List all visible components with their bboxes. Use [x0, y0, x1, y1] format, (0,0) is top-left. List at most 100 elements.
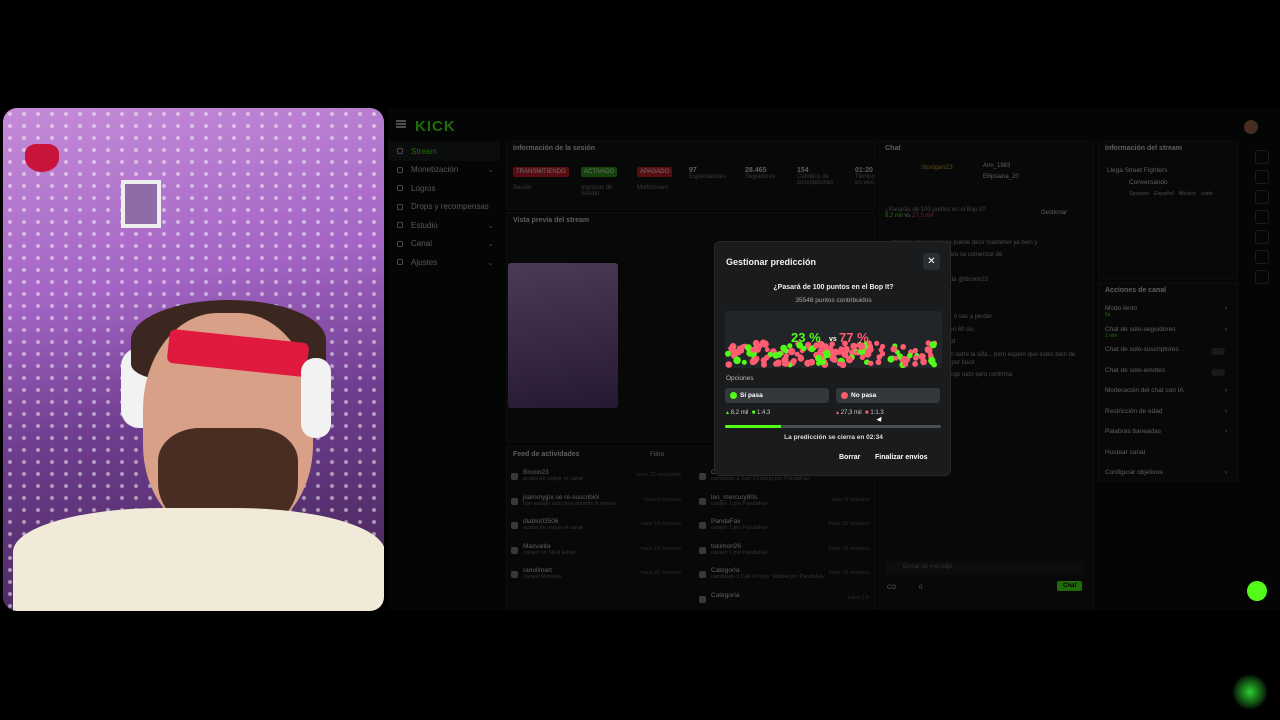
list-item[interactable]: Categoría cambiado a Call of Duty: Mobile…: [695, 567, 875, 592]
close-icon[interactable]: ✕: [923, 253, 940, 270]
kick-logo[interactable]: KICK: [415, 118, 456, 135]
channel-actions-list: Modo lento 5s › Chat de solo-seguidores 1 mi…: [1099, 305, 1239, 490]
ratio-icon: ■: [865, 410, 869, 416]
option-yes-button[interactable]: Sí pasa: [725, 388, 829, 403]
delete-button[interactable]: Borrar: [839, 454, 860, 461]
prediction-visual: 23 % vs 77 %: [725, 311, 942, 368]
list-item[interactable]: Categoría hace 1 h: [695, 592, 875, 617]
option-yes-stats: ▴ 8,2 mil ■ 1:4.3: [726, 409, 770, 416]
session-label: Sesión: [513, 185, 532, 191]
chevron-down-icon: ⌄: [487, 257, 494, 267]
menu-icon[interactable]: [396, 120, 406, 128]
help-icon[interactable]: [1247, 581, 1267, 601]
list-item[interactable]: leo_mercury80s canjeó 1 por PandaFav hace …: [695, 494, 875, 519]
stream-tags: Spanish Español México code: [1129, 191, 1218, 197]
stream-tag[interactable]: Español: [1154, 191, 1174, 197]
chat-title: Chat: [885, 145, 901, 152]
rail-icon-1[interactable]: [1255, 150, 1269, 164]
sidebar-item[interactable]: Drops y recompensas: [388, 198, 500, 217]
activity-icon: [511, 522, 518, 529]
list-item[interactable]: diablo03506 acaba de seguir el canal hace …: [507, 518, 687, 543]
cross-icon: [841, 392, 848, 399]
sidebar-item[interactable]: Stream: [388, 142, 500, 161]
pinned-prediction[interactable]: ¿Pasarás de 100 puntos en el Bop it? 8,2…: [885, 207, 1085, 219]
channel-action-value: 1 min: [1105, 332, 1118, 339]
rail-icon-5[interactable]: [1255, 230, 1269, 244]
yes-percentage: 23 %: [791, 330, 821, 345]
sidebar: Stream Monetización ⌄ Logros Drops y recompe…: [388, 142, 500, 272]
stream-tag[interactable]: code: [1201, 191, 1213, 197]
prediction-bubble: [880, 343, 886, 350]
channel-action-item[interactable]: Moderación del chat con IA ›: [1099, 387, 1239, 408]
feed-item-time: hace 18 minutos: [828, 570, 869, 576]
activity-icon: [699, 522, 706, 529]
prediction-bubble: [890, 345, 898, 353]
rail-icon-2[interactable]: [1255, 170, 1269, 184]
no-ratio: 1:1.3: [870, 410, 884, 416]
sidebar-item[interactable]: Logros: [388, 179, 500, 198]
channel-action-item[interactable]: Restricción de edad ›: [1099, 408, 1239, 429]
channel-action-item[interactable]: Modo lento 5s ›: [1099, 305, 1239, 326]
rail-icon-7[interactable]: [1255, 270, 1269, 284]
rail-icon-4[interactable]: [1255, 210, 1269, 224]
list-item[interactable]: ranollmart canjeó Mensaje hace 25 minutos: [507, 567, 687, 592]
chevron-right-icon: ›: [1224, 325, 1227, 333]
stat-live-time: 01:20 Tiempo en vivo: [855, 167, 875, 186]
list-item[interactable]: jsammyjpx se re-suscribió! han estado sus…: [507, 494, 687, 519]
top-bar: KICK: [388, 112, 1280, 140]
prediction-bubble: [900, 344, 907, 350]
channel-action-item[interactable]: Chat de solo-emotes: [1099, 367, 1239, 388]
toggle-switch[interactable]: [1211, 348, 1225, 355]
list-item[interactable]: Maxvalita canjeó un Skull Emoji hace 18 mi…: [507, 543, 687, 568]
stream-preview-video[interactable]: [508, 263, 618, 408]
channel-action-item[interactable]: Hostear canal: [1099, 449, 1239, 470]
nav-icon: [397, 203, 403, 210]
channel-action-label: Moderación del chat con IA: [1105, 387, 1184, 394]
check-icon: [730, 392, 737, 399]
stream-tag[interactable]: Spanish: [1129, 191, 1149, 197]
feed-filter-button[interactable]: Filtro: [650, 451, 664, 458]
rail-icon-3[interactable]: [1255, 190, 1269, 204]
finalize-button[interactable]: Finalizar envíos: [875, 454, 928, 461]
chat-input[interactable]: Enviar un mensaje: [885, 561, 1085, 575]
chat-footer-count-1: CO: [887, 585, 896, 591]
nav-icon: [397, 148, 403, 155]
chevron-down-icon: ⌄: [487, 165, 494, 175]
send-chat-button[interactable]: Chat: [1057, 581, 1083, 591]
channel-action-item[interactable]: Configurar objetivos ›: [1099, 469, 1239, 490]
chevron-right-icon: ›: [1224, 407, 1227, 415]
list-item[interactable]: PandaFav canjeó 1 por PandaFav hace 10 min…: [695, 518, 875, 543]
feed-item-time: hace 1 h: [847, 594, 869, 601]
top-user-2[interactable]: Ann_1983: [983, 163, 1010, 169]
yes-ratio: 1:4.3: [757, 410, 771, 416]
channel-action-item[interactable]: Palabras baneadas ›: [1099, 428, 1239, 449]
channel-action-item[interactable]: Chat de solo-seguidores 1 min ›: [1099, 326, 1239, 347]
top-user-3[interactable]: Ellipsiana_20: [983, 174, 1019, 180]
stream-tag[interactable]: México: [1179, 191, 1196, 197]
nav-icon: [397, 222, 403, 229]
option-yes-label: Sí pasa: [740, 392, 763, 399]
sidebar-item[interactable]: Canal ⌄: [388, 235, 500, 254]
top-user-1[interactable]: Stonlgani23: [921, 165, 953, 171]
modal-title: Gestionar predicción: [726, 257, 817, 267]
prediction-bubble: [929, 341, 937, 349]
sidebar-item-label: Estudio: [411, 220, 438, 230]
list-item[interactable]: tokimon26 canjeó 1 por PandaFav hace 18 mi…: [695, 543, 875, 568]
prediction-bubble: [913, 354, 919, 361]
prediction-bubble: [760, 357, 768, 364]
sidebar-item[interactable]: Estudio ⌄: [388, 216, 500, 235]
sidebar-item[interactable]: Monetización ⌄: [388, 161, 500, 180]
prediction-bubble: [725, 361, 733, 368]
rail-icon-6[interactable]: [1255, 250, 1269, 264]
toggle-switch[interactable]: [1211, 368, 1225, 376]
stream-category[interactable]: Conversando: [1129, 179, 1168, 186]
option-no-button[interactable]: No pasa: [836, 388, 940, 403]
avatar[interactable]: [1244, 120, 1258, 134]
chevron-right-icon: ›: [1224, 387, 1227, 394]
activity-icon: [699, 473, 706, 480]
channel-action-item[interactable]: Chat de solo-suscriptores: [1099, 346, 1239, 367]
manage-prediction-button[interactable]: Gestionar: [1041, 210, 1067, 216]
prediction-bubble: [859, 354, 866, 361]
list-item[interactable]: Broxin23 acaba de seguir el canal hace 23 …: [507, 469, 687, 494]
sidebar-item[interactable]: Ajustes ⌄: [388, 253, 500, 272]
